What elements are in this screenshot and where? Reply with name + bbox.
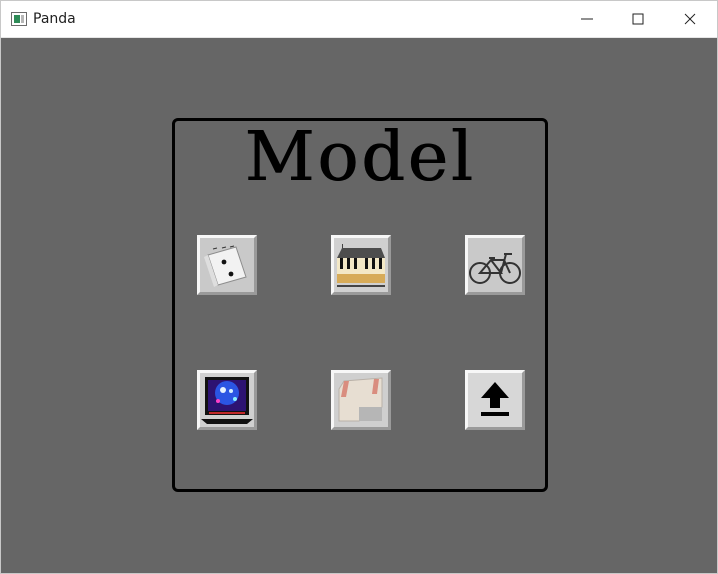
- app-icon-bar: [21, 15, 24, 23]
- bicycle-icon: [468, 238, 522, 292]
- app-icon-fill: [14, 15, 20, 23]
- upload-model-button[interactable]: [465, 370, 525, 430]
- minimize-button[interactable]: [564, 1, 610, 37]
- minimize-icon: [581, 18, 593, 20]
- piano-model-button[interactable]: [331, 235, 391, 295]
- app-window: Panda Model: [0, 0, 718, 574]
- maximize-icon: [632, 13, 644, 25]
- model-panel: Model: [172, 118, 548, 492]
- maximize-button[interactable]: [615, 1, 661, 37]
- box-model-button[interactable]: [331, 370, 391, 430]
- model-title: Model: [244, 118, 476, 197]
- bicycle-model-button[interactable]: [465, 235, 525, 295]
- piano-icon: [334, 238, 388, 292]
- app-icon: [11, 12, 27, 26]
- dice-model-button[interactable]: [197, 235, 257, 295]
- laptop-icon: [200, 373, 254, 427]
- title-bar[interactable]: Panda: [1, 1, 717, 38]
- laptop-model-button[interactable]: [197, 370, 257, 430]
- main-canvas: Model: [1, 38, 717, 573]
- window-title: Panda: [33, 11, 76, 27]
- close-icon: [684, 13, 696, 25]
- box-icon: [334, 373, 388, 427]
- dice-icon: [200, 238, 254, 292]
- close-button[interactable]: [667, 1, 713, 37]
- upload-icon: [468, 373, 522, 427]
